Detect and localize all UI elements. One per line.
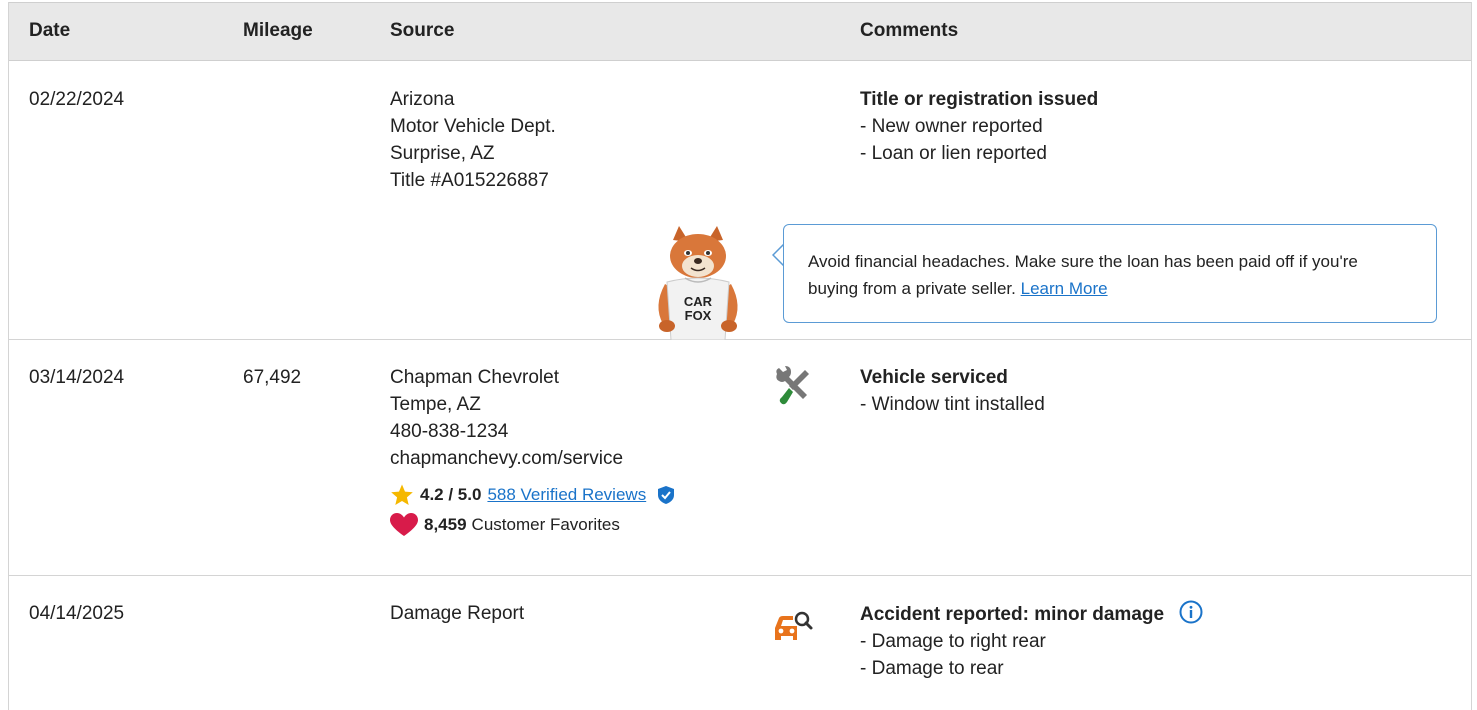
row-date: 02/22/2024 [29, 89, 125, 110]
table-row: 02/22/2024 Arizona Motor Vehicle Dept. S… [9, 61, 1471, 340]
source-line: Title #A015226887 [390, 170, 549, 191]
source-line: 480-838-1234 [390, 421, 509, 442]
verified-reviews-link[interactable]: 588 Verified Reviews [487, 482, 646, 508]
table-row: 04/14/2025 Damage Report Accident report… [9, 576, 1471, 710]
source-line: Chapman Chevrolet [390, 367, 559, 388]
carfox-mascot-icon: CAR FOX [658, 226, 738, 340]
source-line: Motor Vehicle Dept. [390, 116, 556, 137]
customer-favorites: 8,459 Customer Favorites [390, 512, 676, 538]
comment-item: - Window tint installed [860, 394, 1045, 415]
source-line: Damage Report [390, 603, 525, 624]
mascot-shirt-line: FOX [685, 308, 712, 323]
comment-title: Title or registration issued [860, 89, 1099, 110]
row-comments: Accident reported: minor damage - Damage… [860, 600, 1203, 682]
wrench-screwdriver-icon [776, 366, 809, 405]
tip-text: Avoid financial headaches. Make sure the… [808, 248, 1408, 302]
source-line: Arizona [390, 89, 455, 110]
source-line: Surprise, AZ [390, 143, 495, 164]
comment-item: - Damage to right rear [860, 631, 1046, 652]
row-mileage: 67,492 [243, 367, 302, 388]
comment-title-row: Accident reported: minor damage [860, 600, 1203, 628]
header-mileage: Mileage [243, 20, 313, 41]
source-line: Tempe, AZ [390, 394, 481, 415]
comment-item: - Loan or lien reported [860, 143, 1047, 164]
dealer-rating: 4.2 / 5.0 588 Verified Reviews [390, 482, 676, 508]
mascot-shirt-line: CAR [684, 294, 713, 309]
star-icon [391, 484, 413, 505]
info-icon[interactable] [1179, 600, 1203, 624]
table-header: Date Mileage Source Comments [9, 2, 1471, 61]
row-comments: Title or registration issued - New owner… [860, 86, 1098, 167]
row-date: 04/14/2025 [29, 603, 125, 624]
verified-shield-icon [658, 486, 675, 504]
learn-more-link[interactable]: Learn More [1021, 279, 1108, 298]
row-source: Arizona Motor Vehicle Dept. Surprise, AZ… [390, 86, 556, 194]
header-source: Source [390, 20, 455, 41]
favorites-count: 8,459 [424, 515, 467, 534]
row-date: 03/14/2024 [29, 367, 125, 388]
heart-icon [390, 513, 418, 536]
comment-title: Accident reported: minor damage [860, 604, 1165, 625]
table-row: 03/14/2024 67,492 Chapman Chevrolet Temp… [9, 340, 1471, 576]
header-date: Date [29, 20, 71, 41]
row-source: Chapman Chevrolet Tempe, AZ 480-838-1234… [390, 364, 676, 538]
comment-item: - New owner reported [860, 116, 1043, 137]
source-line: chapmanchevy.com/service [390, 448, 624, 469]
favorites-label: Customer Favorites [471, 515, 620, 534]
comment-title: Vehicle serviced [860, 367, 1008, 388]
row-source: Damage Report [390, 600, 524, 627]
header-comments: Comments [860, 20, 959, 41]
tip-bubble: Avoid financial headaches. Make sure the… [783, 224, 1437, 323]
comment-item: - Damage to rear [860, 658, 1004, 679]
car-damage-search-icon [775, 611, 813, 640]
rating-value: 4.2 / 5.0 [420, 485, 482, 504]
row-comments: Vehicle serviced - Window tint installed [860, 364, 1045, 418]
vehicle-history-table: Date Mileage Source Comments 02/22/2024 … [8, 2, 1472, 710]
